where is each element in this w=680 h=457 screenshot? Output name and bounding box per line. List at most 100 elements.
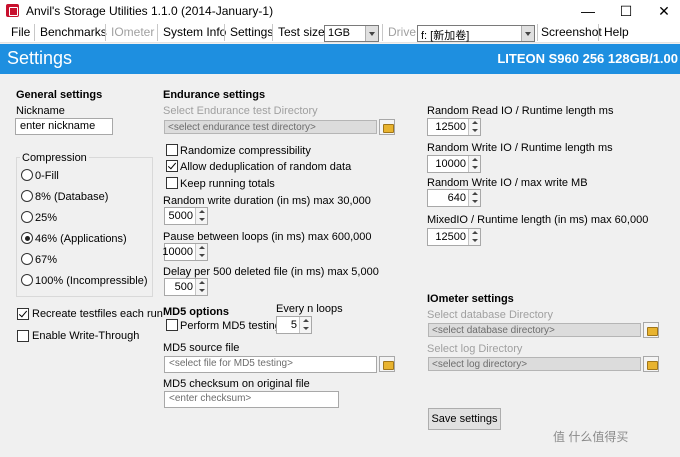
menu-file[interactable]: File — [11, 25, 30, 39]
radio-compression-67[interactable] — [21, 253, 33, 265]
close-button[interactable]: ✕ — [648, 0, 680, 22]
menu-help[interactable]: Help — [604, 25, 629, 39]
delay-value: 500 — [174, 281, 193, 293]
menu-iometer[interactable]: IOmeter — [111, 25, 154, 39]
menu-separator — [382, 24, 383, 41]
log-dir-input[interactable]: <select log directory> — [428, 357, 641, 371]
compression-option-label: 25% — [35, 212, 58, 224]
drive-model: LITEON S960 256 128GB/1.00 — [497, 51, 678, 66]
drive-label: Drive — [388, 25, 417, 39]
recreate-testfiles-checkbox[interactable] — [17, 308, 29, 320]
endurance-settings-heading: Endurance settings — [163, 89, 266, 101]
mixed-io-label: MixedIO / Runtime length (in ms) max 60,… — [427, 214, 649, 226]
menu-separator — [105, 24, 106, 41]
folder-icon[interactable] — [379, 356, 395, 372]
randomize-label: Randomize compressibility — [180, 145, 311, 157]
compression-option-label: 0-Fill — [35, 170, 59, 182]
radio-compression-25[interactable] — [21, 211, 33, 223]
every-n-loops-value: 5 — [290, 319, 297, 331]
menu-settings[interactable]: Settings — [230, 25, 273, 39]
folder-icon[interactable] — [379, 119, 395, 135]
chevron-down-icon[interactable] — [365, 26, 378, 41]
menu-benchmarks[interactable]: Benchmarks — [40, 25, 107, 39]
compression-option-label: 46% (Applications) — [35, 233, 127, 245]
mixed-io-stepper[interactable]: 12500 — [427, 228, 481, 246]
pause-stepper[interactable]: 10000 — [162, 243, 208, 261]
radio-compression-8[interactable] — [21, 190, 33, 202]
spinner-arrows-icon[interactable] — [195, 208, 207, 224]
radio-compression-100[interactable] — [21, 274, 33, 286]
test-size-select[interactable]: 1GB — [324, 25, 379, 42]
mixed-io-value: 12500 — [435, 231, 466, 243]
endurance-dir-label: Select Endurance test Directory — [163, 105, 318, 117]
random-read-value: 12500 — [435, 121, 466, 133]
spinner-arrows-icon[interactable] — [468, 229, 480, 245]
md5-options-heading: MD5 options — [163, 306, 229, 318]
radio-compression-0-fill[interactable] — [21, 169, 33, 181]
iometer-settings-heading: IOmeter settings — [427, 293, 514, 305]
md5-checksum-input[interactable]: <enter checksum> — [164, 391, 339, 408]
menu-separator — [537, 24, 538, 41]
page-title: Settings — [7, 48, 73, 68]
random-write-max-value: 640 — [447, 192, 466, 204]
compression-option-label: 67% — [35, 254, 58, 266]
randomize-checkbox[interactable] — [166, 144, 178, 156]
folder-icon[interactable] — [643, 322, 659, 338]
keep-totals-label: Keep running totals — [180, 178, 275, 190]
menu-separator — [598, 24, 599, 41]
folder-icon[interactable] — [643, 356, 659, 372]
nickname-input[interactable]: enter nickname — [15, 118, 113, 135]
compression-option-label: 100% (Incompressible) — [35, 275, 148, 287]
maximize-button[interactable]: ☐ — [610, 0, 642, 22]
test-size-label: Test size — [278, 25, 325, 39]
random-write-label: Random Write IO / Runtime length ms — [427, 142, 613, 154]
pause-label: Pause between loops (in ms) max 600,000 — [163, 231, 372, 243]
menu-separator — [224, 24, 225, 41]
random-write-value: 10000 — [435, 158, 466, 170]
md5-perform-checkbox[interactable] — [166, 319, 178, 331]
nickname-label: Nickname — [16, 105, 65, 117]
general-settings-heading: General settings — [16, 89, 103, 101]
random-read-stepper[interactable]: 12500 — [427, 118, 481, 136]
test-size-value: 1GB — [328, 27, 351, 39]
rw-duration-stepper[interactable]: 5000 — [164, 207, 208, 225]
spinner-arrows-icon[interactable] — [195, 244, 207, 260]
spinner-arrows-icon[interactable] — [468, 190, 480, 206]
minimize-button[interactable]: — — [572, 0, 604, 22]
write-through-checkbox[interactable] — [17, 330, 29, 342]
random-write-max-stepper[interactable]: 640 — [427, 189, 481, 207]
menu-screenshot[interactable]: Screenshot — [541, 25, 602, 39]
delay-label: Delay per 500 deleted file (in ms) max 5… — [163, 266, 379, 278]
db-dir-label: Select database Directory — [427, 309, 553, 321]
md5-source-label: MD5 source file — [163, 342, 240, 354]
md5-source-input[interactable]: <select file for MD5 testing> — [164, 356, 377, 373]
recreate-testfiles-label: Recreate testfiles each run — [32, 308, 163, 320]
random-write-stepper[interactable]: 10000 — [427, 155, 481, 173]
spinner-arrows-icon[interactable] — [468, 156, 480, 172]
md5-perform-label: Perform MD5 testing — [180, 320, 281, 332]
chevron-down-icon[interactable] — [521, 26, 534, 41]
menu-system-info[interactable]: System Info — [163, 25, 226, 39]
delay-stepper[interactable]: 500 — [164, 278, 208, 296]
save-settings-button[interactable]: Save settings — [428, 408, 501, 430]
random-write-max-label: Random Write IO / max write MB — [427, 177, 588, 189]
dedup-checkbox[interactable] — [166, 160, 178, 172]
spinner-arrows-icon[interactable] — [195, 279, 207, 295]
drive-select[interactable]: f: [新加卷] — [417, 25, 535, 42]
spinner-arrows-icon[interactable] — [299, 317, 311, 333]
menu-separator — [34, 24, 35, 41]
md5-checksum-label: MD5 checksum on original file — [163, 378, 310, 390]
compression-option-label: 8% (Database) — [35, 191, 109, 203]
endurance-dir-input[interactable]: <select endurance test directory> — [164, 120, 377, 134]
keep-totals-checkbox[interactable] — [166, 177, 178, 189]
write-through-label: Enable Write-Through — [32, 330, 140, 342]
radio-compression-46[interactable] — [21, 232, 33, 244]
spinner-arrows-icon[interactable] — [468, 119, 480, 135]
window-title: Anvil's Storage Utilities 1.1.0 (2014-Ja… — [26, 4, 274, 18]
app-icon — [6, 4, 19, 17]
random-read-label: Random Read IO / Runtime length ms — [427, 105, 614, 117]
db-dir-input[interactable]: <select database directory> — [428, 323, 641, 337]
pause-value: 10000 — [162, 246, 193, 258]
every-n-loops-stepper[interactable]: 5 — [276, 316, 312, 334]
every-n-loops-label: Every n loops — [276, 303, 343, 315]
